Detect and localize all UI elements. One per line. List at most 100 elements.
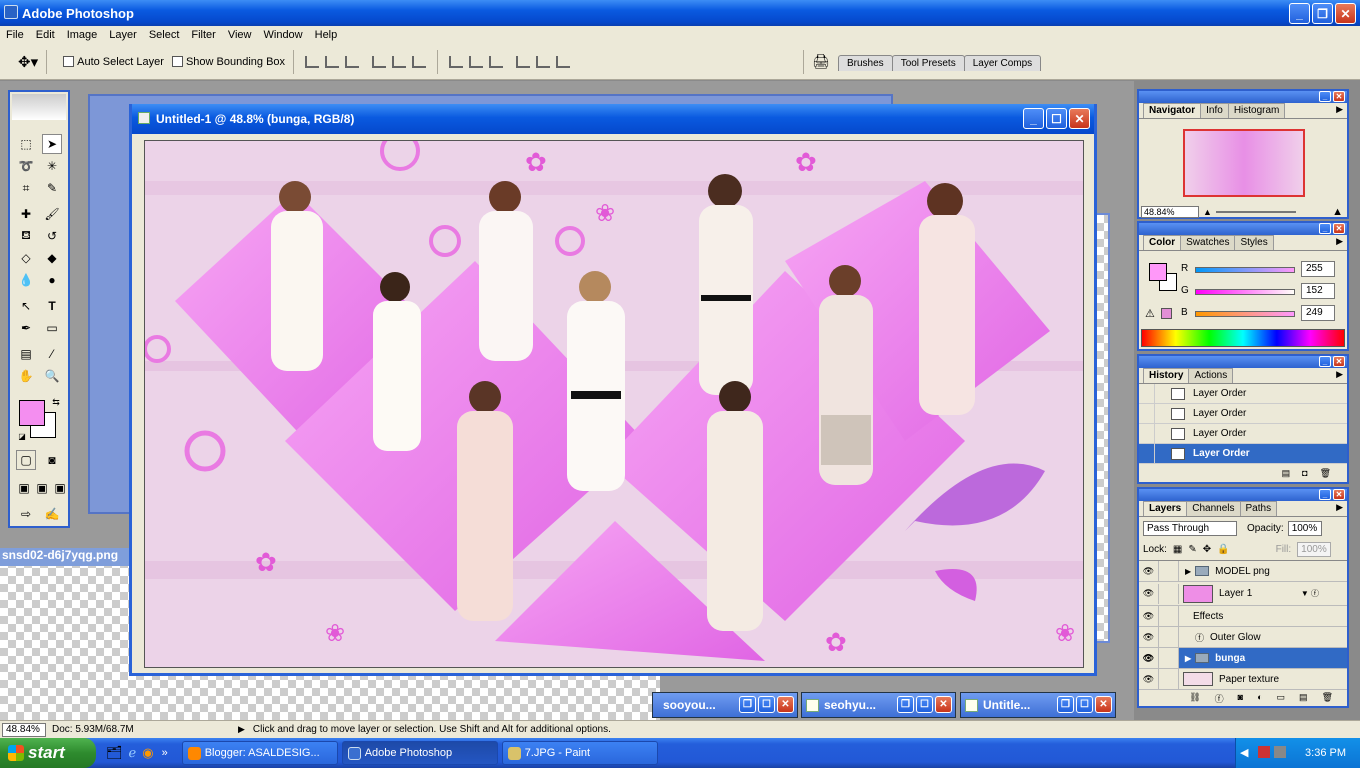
palette-minimize-button[interactable]: _ [1319,223,1331,234]
navigator-thumbnail[interactable] [1183,129,1305,197]
distribute-top-icon[interactable] [449,55,464,68]
expand-arrow-icon[interactable]: ▶ [1185,654,1191,663]
menu-help[interactable]: Help [309,29,344,41]
close-button[interactable]: ✕ [777,696,794,713]
color-ramp[interactable] [1141,329,1345,347]
palette-menu-icon[interactable]: ▶ [1331,235,1348,250]
tab-info[interactable]: Info [1200,103,1229,118]
tab-navigator[interactable]: Navigator [1143,103,1202,118]
document-title-bar[interactable]: Untitled-1 @ 48.8% (bunga, RGB/8) _ ☐ ✕ [132,104,1094,134]
blur-tool-icon[interactable]: 💧 [16,270,36,290]
channel-r-slider[interactable] [1195,267,1295,273]
clone-stamp-tool-icon[interactable]: ⛾ [16,226,36,246]
expand-arrow-icon[interactable]: ▶ [1185,567,1191,576]
pen-tool-icon[interactable]: ✒ [16,318,36,338]
new-group-icon[interactable]: ▭ [1277,692,1286,706]
delete-layer-icon[interactable]: 🗑 [1322,692,1333,706]
palette-minimize-button[interactable]: _ [1319,91,1331,102]
eraser-tool-icon[interactable]: ◇ [16,248,36,268]
palette-menu-icon[interactable]: ▶ [1331,501,1348,516]
history-item-selected[interactable]: Layer Order [1139,444,1347,464]
lock-all-icon[interactable]: 🔒 [1217,544,1229,555]
close-button[interactable]: ✕ [1095,696,1112,713]
menu-layer[interactable]: Layer [103,29,143,41]
palette-minimize-button[interactable]: _ [1319,356,1331,367]
visibility-eye-icon[interactable]: 👁 [1139,583,1159,604]
zoom-in-icon[interactable]: ▲ [1332,206,1343,218]
out-of-gamut-warning-icon[interactable]: ⚠ [1145,307,1155,320]
palette-minimize-button[interactable]: _ [1319,489,1331,500]
channel-g-slider[interactable] [1195,289,1295,295]
menu-image[interactable]: Image [61,29,104,41]
clock[interactable]: 3:36 PM [1305,747,1346,759]
palette-title-bar[interactable]: _ ✕ [1139,91,1347,103]
lock-image-icon[interactable]: ✎ [1188,544,1196,555]
tab-channels[interactable]: Channels [1186,501,1241,516]
foreground-color-swatch[interactable] [19,400,45,426]
minimized-doc-sooyou[interactable]: sooyou... ❐ ☐ ✕ [652,692,798,718]
tab-paths[interactable]: Paths [1239,501,1278,516]
document-canvas[interactable]: ✿ ❀ ✿ ✿ ❀ ✿ ❀ [144,140,1084,668]
align-bottom-icon[interactable] [345,55,360,68]
task-paint[interactable]: 7.JPG - Paint [501,741,658,765]
blend-mode-select[interactable]: Pass Through [1143,520,1237,536]
task-blogger[interactable]: Blogger: ASALDESIG... [181,741,338,765]
lock-transparency-icon[interactable]: ▦ [1173,544,1182,555]
navigator-zoom-slider[interactable] [1215,210,1296,213]
restore-button[interactable]: ❐ [897,696,914,713]
close-button[interactable]: ✕ [935,696,952,713]
hand-tool-icon[interactable]: ✋ [16,366,36,386]
tab-swatches[interactable]: Swatches [1180,235,1236,250]
visibility-eye-icon[interactable]: 👁 [1139,627,1159,647]
tab-layers[interactable]: Layers [1143,501,1188,516]
document-close-button[interactable]: ✕ [1069,108,1090,129]
tab-color[interactable]: Color [1143,235,1182,250]
palette-menu-icon[interactable]: ▶ [1331,103,1348,118]
palette-menu-icon[interactable]: ▶ [1331,368,1348,383]
standard-mode-icon[interactable]: ▢ [16,450,36,470]
palette-title-bar[interactable]: _ ✕ [1139,356,1347,368]
zoom-out-icon[interactable]: ▲ [1203,207,1212,217]
palette-well-brushes[interactable]: Brushes [838,55,893,71]
palette-title-bar[interactable]: _ ✕ [1139,223,1347,235]
shape-tool-icon[interactable]: ▭ [42,318,62,338]
new-snapshot-icon[interactable]: ◘ [1302,468,1307,482]
effects-expand-icon[interactable]: ▼ ⓕ [1301,588,1319,599]
channel-g-value[interactable]: 152 [1301,283,1335,299]
history-item[interactable]: Layer Order [1139,404,1347,424]
default-colors-icon[interactable]: ◪ [12,426,32,446]
add-mask-icon[interactable]: ◙ [1238,692,1243,706]
palette-title-bar[interactable]: _ ✕ [1139,489,1347,501]
quick-launch-firefox-icon[interactable]: ◉ [142,745,153,761]
zoom-tool-icon[interactable]: 🔍 [42,366,62,386]
start-button[interactable]: start [0,738,96,768]
quick-launch-ie-icon[interactable]: ℯ [129,745,137,761]
layer-row-model-png[interactable]: 👁 ▶ MODEL png [1139,561,1347,582]
screen-mode-full-icon[interactable]: ▣ [50,478,70,498]
screen-mode-standard-icon[interactable]: ▣ [14,478,34,498]
color-foreground-swatch[interactable] [1149,263,1167,281]
new-document-from-state-icon[interactable]: ▤ [1282,468,1291,482]
history-item[interactable]: Layer Order [1139,424,1347,444]
menu-edit[interactable]: Edit [30,29,61,41]
quick-launch-explorer-icon[interactable]: 🗂 [106,745,123,761]
tab-actions[interactable]: Actions [1188,368,1234,383]
restore-button[interactable]: ❐ [1057,696,1074,713]
distribute-hcenter-icon[interactable] [536,55,551,68]
menu-window[interactable]: Window [258,29,309,41]
maximize-button[interactable]: ☐ [1076,696,1093,713]
type-tool-icon[interactable]: T [42,296,62,316]
palette-well-layer-comps[interactable]: Layer Comps [963,55,1042,71]
align-top-icon[interactable] [305,55,320,68]
fill-field[interactable]: 100% [1297,542,1332,557]
move-tool-icon[interactable]: ➤ [42,134,62,154]
link-layers-icon[interactable]: ⛓ [1189,692,1200,706]
show-bounding-box-checkbox[interactable]: Show Bounding Box [171,56,285,68]
slice-tool-icon[interactable]: ✎ [42,178,62,198]
document-window[interactable]: Untitled-1 @ 48.8% (bunga, RGB/8) _ ☐ ✕ [129,104,1097,676]
marquee-tool-icon[interactable]: ⬚ [16,134,36,154]
navigator-zoom-field[interactable]: 48.84% [1141,205,1199,218]
add-layer-style-icon[interactable]: ⓕ [1215,692,1224,706]
visibility-eye-icon[interactable]: 👁 [1139,606,1159,626]
visibility-eye-icon[interactable]: 👁 [1139,561,1159,581]
